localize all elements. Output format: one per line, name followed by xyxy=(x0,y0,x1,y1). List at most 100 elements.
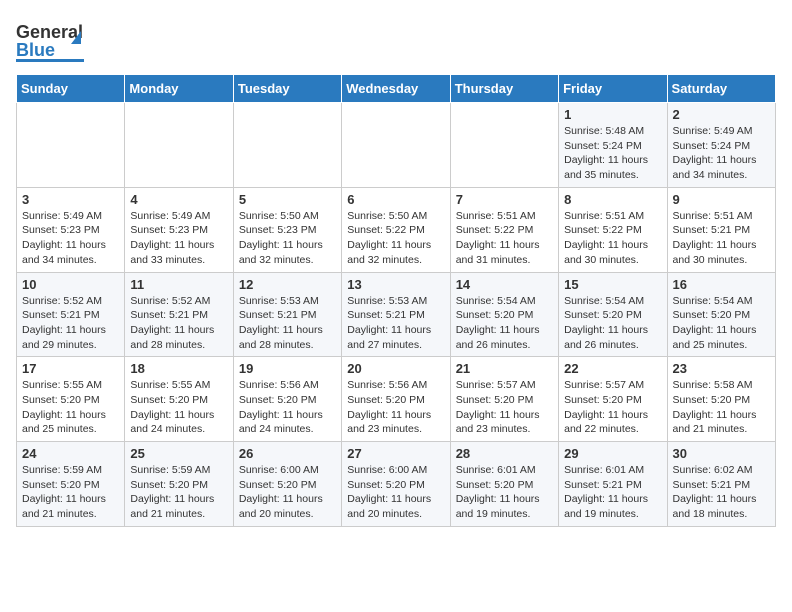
day-info: Sunrise: 5:53 AM Sunset: 5:21 PM Dayligh… xyxy=(239,294,336,353)
day-info: Sunrise: 5:51 AM Sunset: 5:22 PM Dayligh… xyxy=(456,209,553,268)
day-number: 11 xyxy=(130,277,227,292)
day-number: 28 xyxy=(456,446,553,461)
day-info: Sunrise: 5:55 AM Sunset: 5:20 PM Dayligh… xyxy=(22,378,119,437)
day-info: Sunrise: 5:54 AM Sunset: 5:20 PM Dayligh… xyxy=(456,294,553,353)
calendar-cell: 10Sunrise: 5:52 AM Sunset: 5:21 PM Dayli… xyxy=(17,272,125,357)
calendar-cell: 21 Sunrise: 5:57 AM Sunset: 5:20 PM Dayli… xyxy=(450,357,558,442)
day-info: Sunrise: 5:58 AM Sunset: 5:20 PM Dayligh… xyxy=(673,378,770,437)
calendar-cell: 18 Sunrise: 5:55 AM Sunset: 5:20 PM Dayli… xyxy=(125,357,233,442)
day-info: Sunrise: 5:51 AM Sunset: 5:21 PM Dayligh… xyxy=(673,209,770,268)
calendar-table: SundayMondayTuesdayWednesdayThursdayFrid… xyxy=(16,74,776,527)
day-info: Sunrise: 5:57 AM Sunset: 5:20 PM Dayligh… xyxy=(564,378,661,437)
logo: General Blue xyxy=(16,16,96,66)
weekday-header-sunday: Sunday xyxy=(17,75,125,103)
day-info: Sunrise: 5:59 AM Sunset: 5:20 PM Dayligh… xyxy=(22,463,119,522)
calendar-cell: 26 Sunrise: 6:00 AM Sunset: 5:20 PM Dayli… xyxy=(233,442,341,527)
calendar-header: SundayMondayTuesdayWednesdayThursdayFrid… xyxy=(17,75,776,103)
day-info: Sunrise: 6:01 AM Sunset: 5:21 PM Dayligh… xyxy=(564,463,661,522)
calendar-cell: 16 Sunrise: 5:54 AM Sunset: 5:20 PM Dayli… xyxy=(667,272,775,357)
weekday-header-thursday: Thursday xyxy=(450,75,558,103)
day-number: 24 xyxy=(22,446,119,461)
day-info: Sunrise: 5:54 AM Sunset: 5:20 PM Dayligh… xyxy=(673,294,770,353)
day-info: Sunrise: 5:49 AM Sunset: 5:24 PM Dayligh… xyxy=(673,124,770,183)
calendar-cell xyxy=(342,103,450,188)
calendar-cell: 23 Sunrise: 5:58 AM Sunset: 5:20 PM Dayli… xyxy=(667,357,775,442)
day-number: 22 xyxy=(564,361,661,376)
day-info: Sunrise: 5:51 AM Sunset: 5:22 PM Dayligh… xyxy=(564,209,661,268)
day-info: Sunrise: 5:54 AM Sunset: 5:20 PM Dayligh… xyxy=(564,294,661,353)
day-number: 20 xyxy=(347,361,444,376)
calendar-cell: 5Sunrise: 5:50 AM Sunset: 5:23 PM Daylig… xyxy=(233,187,341,272)
day-info: Sunrise: 5:49 AM Sunset: 5:23 PM Dayligh… xyxy=(130,209,227,268)
weekday-header-monday: Monday xyxy=(125,75,233,103)
day-number: 12 xyxy=(239,277,336,292)
calendar-cell: 20 Sunrise: 5:56 AM Sunset: 5:20 PM Dayli… xyxy=(342,357,450,442)
calendar-week-2: 3 Sunrise: 5:49 AM Sunset: 5:23 PM Daylig… xyxy=(17,187,776,272)
day-number: 26 xyxy=(239,446,336,461)
day-number: 5 xyxy=(239,192,336,207)
day-number: 15 xyxy=(564,277,661,292)
day-info: Sunrise: 5:52 AM Sunset: 5:21 PM Dayligh… xyxy=(130,294,227,353)
calendar-cell xyxy=(450,103,558,188)
calendar-cell: 14Sunrise: 5:54 AM Sunset: 5:20 PM Dayli… xyxy=(450,272,558,357)
day-number: 7 xyxy=(456,192,553,207)
day-number: 25 xyxy=(130,446,227,461)
day-number: 30 xyxy=(673,446,770,461)
day-number: 8 xyxy=(564,192,661,207)
calendar-cell: 3 Sunrise: 5:49 AM Sunset: 5:23 PM Daylig… xyxy=(17,187,125,272)
day-info: Sunrise: 5:53 AM Sunset: 5:21 PM Dayligh… xyxy=(347,294,444,353)
calendar-cell: 6Sunrise: 5:50 AM Sunset: 5:22 PM Daylig… xyxy=(342,187,450,272)
day-number: 16 xyxy=(673,277,770,292)
calendar-cell: 22 Sunrise: 5:57 AM Sunset: 5:20 PM Dayli… xyxy=(559,357,667,442)
day-number: 29 xyxy=(564,446,661,461)
day-number: 4 xyxy=(130,192,227,207)
calendar-cell: 9 Sunrise: 5:51 AM Sunset: 5:21 PM Daylig… xyxy=(667,187,775,272)
svg-text:Blue: Blue xyxy=(16,40,55,60)
calendar-week-5: 24 Sunrise: 5:59 AM Sunset: 5:20 PM Dayli… xyxy=(17,442,776,527)
calendar-cell: 17 Sunrise: 5:55 AM Sunset: 5:20 PM Dayli… xyxy=(17,357,125,442)
svg-text:General: General xyxy=(16,22,83,42)
calendar-cell: 12 Sunrise: 5:53 AM Sunset: 5:21 PM Dayli… xyxy=(233,272,341,357)
day-info: Sunrise: 5:48 AM Sunset: 5:24 PM Dayligh… xyxy=(564,124,661,183)
day-number: 13 xyxy=(347,277,444,292)
calendar-cell: 4 Sunrise: 5:49 AM Sunset: 5:23 PM Daylig… xyxy=(125,187,233,272)
day-number: 23 xyxy=(673,361,770,376)
day-info: Sunrise: 6:02 AM Sunset: 5:21 PM Dayligh… xyxy=(673,463,770,522)
calendar-cell: 19 Sunrise: 5:56 AM Sunset: 5:20 PM Dayli… xyxy=(233,357,341,442)
day-number: 19 xyxy=(239,361,336,376)
calendar-cell: 7 Sunrise: 5:51 AM Sunset: 5:22 PM Daylig… xyxy=(450,187,558,272)
calendar-cell: 1 Sunrise: 5:48 AM Sunset: 5:24 PM Daylig… xyxy=(559,103,667,188)
weekday-header-wednesday: Wednesday xyxy=(342,75,450,103)
day-info: Sunrise: 5:56 AM Sunset: 5:20 PM Dayligh… xyxy=(239,378,336,437)
day-info: Sunrise: 5:57 AM Sunset: 5:20 PM Dayligh… xyxy=(456,378,553,437)
day-info: Sunrise: 5:55 AM Sunset: 5:20 PM Dayligh… xyxy=(130,378,227,437)
logo-svg: General Blue xyxy=(16,16,96,66)
calendar-week-1: 1 Sunrise: 5:48 AM Sunset: 5:24 PM Daylig… xyxy=(17,103,776,188)
day-number: 21 xyxy=(456,361,553,376)
calendar-cell: 28 Sunrise: 6:01 AM Sunset: 5:20 PM Dayli… xyxy=(450,442,558,527)
day-number: 3 xyxy=(22,192,119,207)
calendar-cell: 2Sunrise: 5:49 AM Sunset: 5:24 PM Daylig… xyxy=(667,103,775,188)
calendar-cell: 25Sunrise: 5:59 AM Sunset: 5:20 PM Dayli… xyxy=(125,442,233,527)
calendar-cell xyxy=(17,103,125,188)
day-number: 1 xyxy=(564,107,661,122)
day-number: 17 xyxy=(22,361,119,376)
calendar-cell: 8 Sunrise: 5:51 AM Sunset: 5:22 PM Daylig… xyxy=(559,187,667,272)
day-info: Sunrise: 6:01 AM Sunset: 5:20 PM Dayligh… xyxy=(456,463,553,522)
day-number: 18 xyxy=(130,361,227,376)
weekday-header-tuesday: Tuesday xyxy=(233,75,341,103)
day-number: 6 xyxy=(347,192,444,207)
day-info: Sunrise: 6:00 AM Sunset: 5:20 PM Dayligh… xyxy=(239,463,336,522)
day-info: Sunrise: 5:49 AM Sunset: 5:23 PM Dayligh… xyxy=(22,209,119,268)
day-info: Sunrise: 5:56 AM Sunset: 5:20 PM Dayligh… xyxy=(347,378,444,437)
weekday-header-friday: Friday xyxy=(559,75,667,103)
calendar-cell: 11 Sunrise: 5:52 AM Sunset: 5:21 PM Dayli… xyxy=(125,272,233,357)
calendar-cell: 15 Sunrise: 5:54 AM Sunset: 5:20 PM Dayli… xyxy=(559,272,667,357)
calendar-body: 1 Sunrise: 5:48 AM Sunset: 5:24 PM Daylig… xyxy=(17,103,776,527)
weekday-header-saturday: Saturday xyxy=(667,75,775,103)
calendar-cell: 29 Sunrise: 6:01 AM Sunset: 5:21 PM Dayli… xyxy=(559,442,667,527)
calendar-cell: 30 Sunrise: 6:02 AM Sunset: 5:21 PM Dayli… xyxy=(667,442,775,527)
day-info: Sunrise: 6:00 AM Sunset: 5:20 PM Dayligh… xyxy=(347,463,444,522)
day-number: 9 xyxy=(673,192,770,207)
weekday-row: SundayMondayTuesdayWednesdayThursdayFrid… xyxy=(17,75,776,103)
